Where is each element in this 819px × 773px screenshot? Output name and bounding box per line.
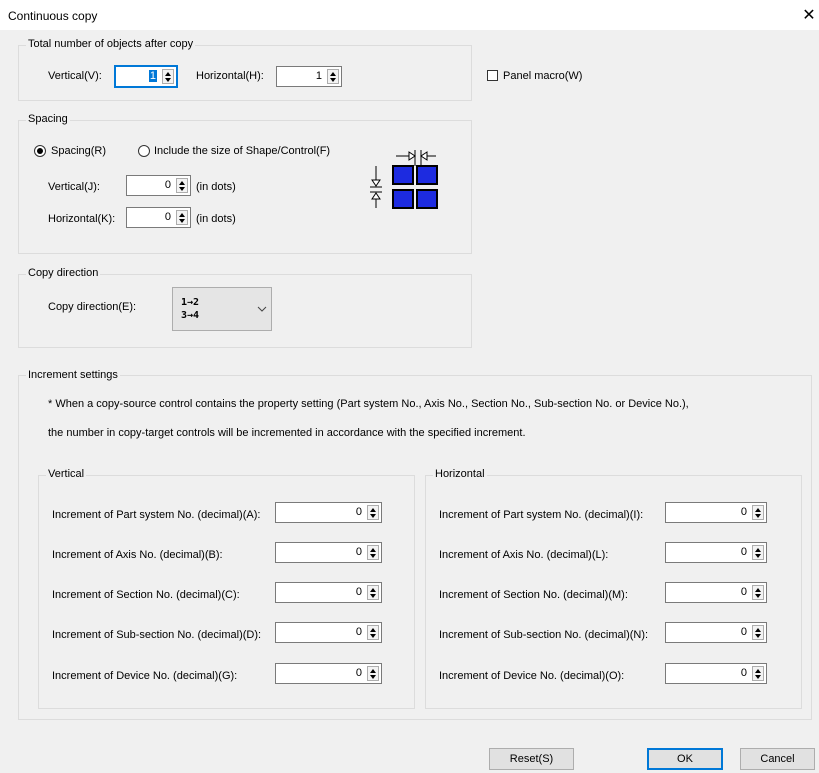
copy-direction-select[interactable]: 1→2 3→4 xyxy=(172,287,272,331)
horizontal-row-value: 0 xyxy=(740,506,747,518)
spin-arrows-icon[interactable] xyxy=(752,585,764,600)
include-size-radio[interactable] xyxy=(138,145,150,157)
horizontal-row-value: 0 xyxy=(740,626,747,638)
spacing-vertical-unit: (in dots) xyxy=(196,181,236,193)
vertical-row-label: Increment of Section No. (decimal)(C): xyxy=(52,589,240,601)
horizontal-row-spinner[interactable]: 0 xyxy=(665,622,767,643)
total-objects-legend: Total number of objects after copy xyxy=(26,38,196,50)
close-icon[interactable]: ✕ xyxy=(801,5,817,25)
spin-arrows-icon[interactable] xyxy=(367,666,379,681)
spin-arrows-icon[interactable] xyxy=(752,666,764,681)
increment-settings-legend: Increment settings xyxy=(26,369,120,381)
horizontal-row-value: 0 xyxy=(740,546,747,558)
spacing-horizontal-value: 0 xyxy=(164,211,171,223)
total-horizontal-value: 1 xyxy=(315,70,322,82)
spin-arrows-icon[interactable] xyxy=(367,505,379,520)
vertical-row-spinner[interactable]: 0 xyxy=(275,502,382,523)
spin-arrows-icon[interactable] xyxy=(752,505,764,520)
cancel-button[interactable]: Cancel xyxy=(740,748,815,770)
spin-arrows-icon[interactable] xyxy=(752,545,764,560)
spacing-legend: Spacing xyxy=(26,113,70,125)
spacing-radio[interactable] xyxy=(34,145,46,157)
spin-arrows-icon[interactable] xyxy=(327,69,339,84)
vertical-row-label: Increment of Part system No. (decimal)(A… xyxy=(52,509,261,521)
spin-arrows-icon[interactable] xyxy=(176,210,188,225)
spacing-vertical-value: 0 xyxy=(164,179,171,191)
vertical-row-value: 0 xyxy=(355,506,362,518)
vertical-row-value: 0 xyxy=(355,586,362,598)
total-horizontal-spinner[interactable]: 1 xyxy=(276,66,342,87)
spin-arrows-icon[interactable] xyxy=(367,585,379,600)
total-vertical-spinner[interactable]: 1 xyxy=(114,65,178,88)
copy-direction-icon-top: 1→2 xyxy=(181,297,200,308)
horizontal-row-label: Increment of Device No. (decimal)(O): xyxy=(439,670,625,682)
spin-arrows-icon[interactable] xyxy=(367,545,379,560)
reset-button[interactable]: Reset(S) xyxy=(489,748,574,770)
spin-arrows-icon[interactable] xyxy=(176,178,188,193)
title-bar xyxy=(0,0,819,30)
horizontal-row-spinner[interactable]: 0 xyxy=(665,502,767,523)
vertical-row-label: Increment of Axis No. (decimal)(B): xyxy=(52,549,223,561)
vertical-row-spinner[interactable]: 0 xyxy=(275,622,382,643)
horizontal-row-label: Increment of Part system No. (decimal)(I… xyxy=(439,509,644,521)
horizontal-increment-legend: Horizontal xyxy=(433,468,487,480)
total-vertical-label: Vertical(V): xyxy=(48,70,102,82)
copy-direction-label: Copy direction(E): xyxy=(48,301,137,313)
vertical-row-value: 0 xyxy=(355,626,362,638)
spacing-horizontal-spinner[interactable]: 0 xyxy=(126,207,191,228)
increment-note-line1: * When a copy-source control contains th… xyxy=(48,398,689,410)
horizontal-row-label: Increment of Section No. (decimal)(M): xyxy=(439,589,628,601)
copy-direction-icon: 1→2 3→4 xyxy=(181,296,199,322)
horizontal-row-value: 0 xyxy=(740,586,747,598)
panel-macro-label[interactable]: Panel macro(W) xyxy=(503,70,582,82)
spacing-illustration-icon xyxy=(368,148,440,218)
window-title: Continuous copy xyxy=(8,9,98,23)
vertical-row-label: Increment of Sub-section No. (decimal)(D… xyxy=(52,629,262,641)
spacing-vertical-label: Vertical(J): xyxy=(48,181,100,193)
vertical-row-value: 0 xyxy=(355,667,362,679)
vertical-row-label: Increment of Device No. (decimal)(G): xyxy=(52,670,238,682)
vertical-row-spinner[interactable]: 0 xyxy=(275,582,382,603)
vertical-row-spinner[interactable]: 0 xyxy=(275,542,382,563)
horizontal-row-label: Increment of Axis No. (decimal)(L): xyxy=(439,549,609,561)
ok-button[interactable]: OK xyxy=(647,748,723,770)
total-vertical-value: 1 xyxy=(148,70,157,82)
panel-macro-checkbox[interactable] xyxy=(487,70,498,81)
spacing-radio-label[interactable]: Spacing(R) xyxy=(51,145,106,157)
spin-arrows-icon[interactable] xyxy=(162,69,174,84)
vertical-row-value: 0 xyxy=(355,546,362,558)
total-horizontal-label: Horizontal(H): xyxy=(196,70,264,82)
vertical-increment-legend: Vertical xyxy=(46,468,87,480)
horizontal-row-label: Increment of Sub-section No. (decimal)(N… xyxy=(439,629,649,641)
include-size-radio-label[interactable]: Include the size of Shape/Control(F) xyxy=(154,145,330,157)
chevron-down-icon[interactable] xyxy=(257,306,267,313)
horizontal-row-value: 0 xyxy=(740,667,747,679)
vertical-row-spinner[interactable]: 0 xyxy=(275,663,382,684)
spacing-vertical-spinner[interactable]: 0 xyxy=(126,175,191,196)
increment-note-line2: the number in copy-target controls will … xyxy=(48,427,526,439)
horizontal-row-spinner[interactable]: 0 xyxy=(665,663,767,684)
copy-direction-icon-bottom: 3→4 xyxy=(181,310,200,321)
spacing-horizontal-unit: (in dots) xyxy=(196,213,236,225)
spin-arrows-icon[interactable] xyxy=(367,625,379,640)
copy-direction-legend: Copy direction xyxy=(26,267,101,279)
horizontal-row-spinner[interactable]: 0 xyxy=(665,582,767,603)
horizontal-row-spinner[interactable]: 0 xyxy=(665,542,767,563)
spin-arrows-icon[interactable] xyxy=(752,625,764,640)
spacing-horizontal-label: Horizontal(K): xyxy=(48,213,116,225)
